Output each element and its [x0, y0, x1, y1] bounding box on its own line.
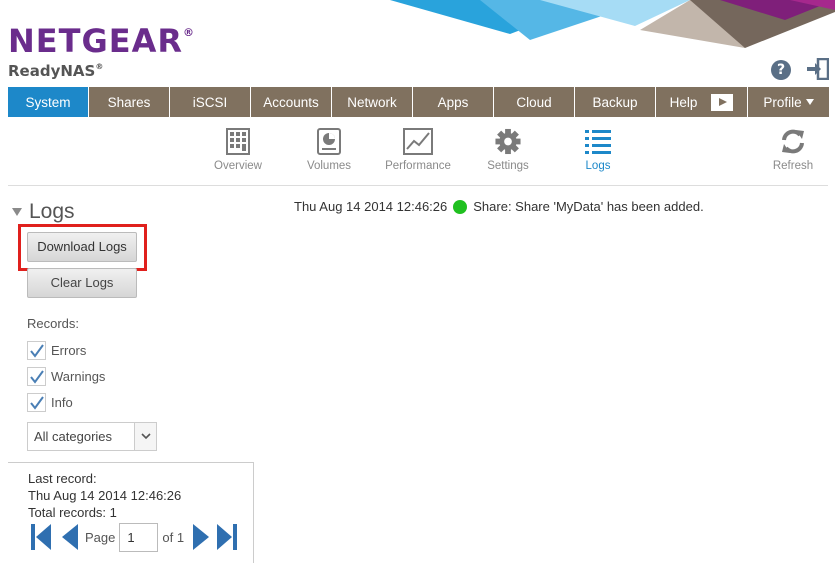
category-select[interactable]: All categories	[27, 422, 157, 451]
tab-label: System	[25, 94, 71, 110]
tab-backup[interactable]: Backup	[575, 87, 656, 117]
subnav-label: Volumes	[306, 160, 352, 172]
info-checkbox[interactable]	[27, 393, 46, 412]
tab-label: Profile	[763, 94, 802, 110]
tab-label: Accounts	[263, 94, 319, 110]
filter-label: Errors	[51, 343, 87, 358]
gear-icon	[495, 128, 521, 155]
list-icon	[585, 130, 611, 154]
clear-logs-button[interactable]: Clear Logs	[27, 268, 137, 298]
tab-shares[interactable]: Shares	[89, 87, 170, 117]
pagination: Page of 1	[30, 522, 238, 552]
filter-label: Warnings	[51, 369, 106, 384]
help-icon[interactable]: ?	[771, 60, 791, 80]
last-page-icon[interactable]	[216, 522, 238, 552]
tab-label: Apps	[437, 94, 469, 110]
filter-errors[interactable]: Errors	[27, 341, 86, 360]
tab-profile[interactable]: Profile	[748, 87, 829, 117]
tab-network[interactable]: Network	[332, 87, 413, 117]
log-entry: Thu Aug 14 2014 12:46:26 Share: Share 'M…	[294, 199, 704, 214]
last-record-value: Thu Aug 14 2014 12:46:26	[28, 488, 182, 503]
banner-graphic	[390, 0, 835, 48]
errors-checkbox[interactable]	[27, 341, 46, 360]
tab-label: Network	[347, 94, 397, 110]
tab-label: iSCSI	[192, 94, 228, 110]
log-timestamp: Thu Aug 14 2014 12:46:26	[294, 199, 448, 214]
netgear-logo: NETGEAR®	[8, 22, 195, 60]
subnav-settings[interactable]: Settings	[480, 128, 536, 172]
tab-label: Shares	[107, 94, 151, 110]
subnav-label: Settings	[487, 160, 529, 172]
tab-system[interactable]: System	[8, 87, 89, 117]
category-select-value: All categories	[34, 429, 113, 444]
tab-help[interactable]: Help	[656, 87, 748, 117]
subnav-overview[interactable]: Overview	[208, 128, 268, 172]
refresh-icon	[782, 129, 804, 154]
page-number-input[interactable]	[119, 522, 159, 552]
product-registered-mark: ®	[95, 62, 104, 71]
tab-label: Cloud	[516, 94, 552, 110]
filter-info[interactable]: Info	[27, 393, 73, 412]
filter-label: Info	[51, 395, 73, 410]
collapse-triangle-icon	[12, 208, 22, 216]
caret-down-icon	[805, 99, 814, 105]
first-page-icon[interactable]	[30, 522, 52, 552]
total-records: Total records: 1	[28, 505, 117, 520]
volumes-icon	[317, 128, 341, 155]
checkmark-icon	[30, 344, 44, 358]
chevron-down-icon[interactable]	[134, 423, 156, 450]
records-label: Records:	[27, 316, 80, 331]
product-text: ReadyNAS	[8, 62, 96, 80]
tab-label: Backup	[592, 94, 638, 110]
highlight-box	[18, 224, 147, 271]
logs-title: Logs	[29, 200, 75, 223]
status-ok-icon	[453, 199, 468, 214]
play-icon	[711, 93, 734, 111]
logout-icon[interactable]	[807, 58, 829, 80]
brand-registered-mark: ®	[183, 26, 195, 39]
checkmark-icon	[30, 396, 44, 410]
checkmark-icon	[30, 370, 44, 384]
subnav-label: Overview	[214, 160, 262, 172]
performance-icon	[403, 128, 433, 155]
next-page-icon[interactable]	[190, 522, 212, 552]
page-label: Page	[85, 529, 116, 545]
subnav-performance[interactable]: Performance	[380, 128, 456, 172]
subnav-refresh[interactable]: Refresh	[768, 128, 818, 172]
overview-icon	[226, 128, 250, 155]
last-record-label: Last record:	[28, 471, 97, 486]
tab-cloud[interactable]: Cloud	[494, 87, 575, 117]
page-of-label: of 1	[162, 529, 185, 545]
subnav-logs[interactable]: Logs	[578, 128, 618, 172]
subnav-volumes[interactable]: Volumes	[299, 128, 359, 172]
logs-section-header[interactable]: Logs	[12, 200, 75, 224]
tab-label: Help	[669, 94, 698, 110]
previous-page-icon[interactable]	[59, 522, 81, 552]
subnav-label: Logs	[585, 160, 611, 172]
main-nav: System Shares iSCSI Accounts Network App…	[8, 87, 829, 117]
tab-accounts[interactable]: Accounts	[251, 87, 332, 117]
warnings-checkbox[interactable]	[27, 367, 46, 386]
subnav-label: Refresh	[772, 160, 814, 172]
log-message: Share: Share 'MyData' has been added.	[473, 199, 704, 214]
product-name: ReadyNAS®	[8, 62, 103, 80]
subnav-divider	[8, 185, 828, 186]
filter-warnings[interactable]: Warnings	[27, 367, 105, 386]
header: NETGEAR® ReadyNAS® ?	[0, 0, 835, 88]
brand-text: NETGEAR	[8, 22, 183, 60]
tab-apps[interactable]: Apps	[413, 87, 494, 117]
subnav-label: Performance	[385, 160, 451, 172]
tab-iscsi[interactable]: iSCSI	[170, 87, 251, 117]
